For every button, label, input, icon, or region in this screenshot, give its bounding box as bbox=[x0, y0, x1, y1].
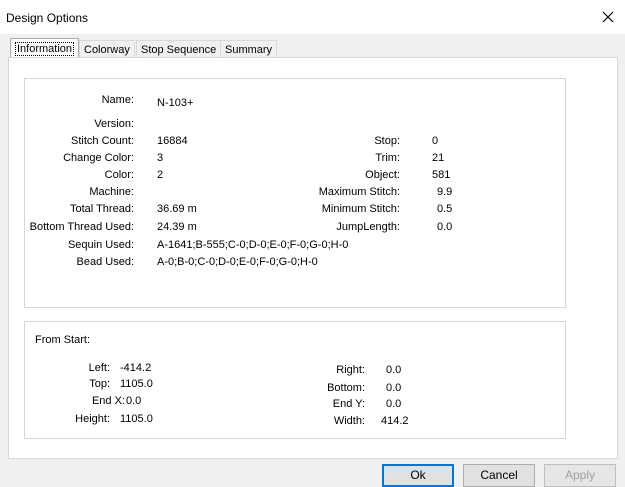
name-value: N-103+ bbox=[157, 97, 194, 109]
tab-information[interactable]: Information bbox=[10, 38, 80, 59]
bottom-thread-value: 24.39 m bbox=[157, 221, 197, 233]
stop-value: 0 bbox=[432, 135, 439, 147]
machine-label: Machine: bbox=[89, 186, 134, 198]
top-label: Top: bbox=[89, 378, 110, 390]
jump-length-label: JumpLength: bbox=[336, 221, 400, 233]
from-start-group: From Start: Left: -414.2 Top: 1105.0 End… bbox=[24, 321, 566, 439]
min-stitch-label: Minimum Stitch: bbox=[321, 203, 400, 215]
change-color-value: 3 bbox=[157, 152, 164, 164]
end-y-label: End Y: bbox=[332, 398, 365, 410]
sequin-label: Sequin Used: bbox=[67, 239, 134, 251]
stitch-count-value: 16884 bbox=[157, 135, 188, 147]
left-value: -414.2 bbox=[120, 362, 152, 374]
min-stitch-value: 0.5 bbox=[437, 203, 453, 215]
title-bar: Design Options bbox=[0, 0, 625, 34]
trim-value: 21 bbox=[432, 152, 445, 164]
cancel-button[interactable]: Cancel bbox=[463, 464, 535, 487]
max-stitch-value: 9.9 bbox=[437, 186, 453, 198]
right-value: 0.0 bbox=[386, 364, 402, 376]
trim-label: Trim: bbox=[375, 152, 400, 164]
top-value: 1105.0 bbox=[120, 378, 153, 390]
design-info-group: Name: N-103+ Version: Stitch Count: 1688… bbox=[24, 78, 566, 308]
change-color-label: Change Color: bbox=[63, 152, 134, 164]
jump-length-value: 0.0 bbox=[437, 221, 453, 233]
end-x-value: 0.0 bbox=[126, 395, 142, 407]
object-value: 581 bbox=[432, 169, 451, 181]
end-x-label: End X: bbox=[91, 395, 125, 407]
version-label: Version: bbox=[94, 118, 134, 130]
stop-label: Stop: bbox=[374, 135, 400, 147]
tab-panel: Name: N-103+ Version: Stitch Count: 1688… bbox=[8, 57, 618, 459]
right-label: Right: bbox=[336, 364, 365, 376]
left-label: Left: bbox=[88, 362, 110, 374]
name-label: Name: bbox=[101, 94, 134, 106]
object-label: Object: bbox=[365, 169, 400, 181]
tab-information-label: Information bbox=[15, 42, 75, 56]
bead-label: Bead Used: bbox=[76, 256, 134, 268]
height-value: 1105.0 bbox=[120, 413, 153, 425]
ok-button[interactable]: Ok bbox=[382, 464, 454, 487]
bead-value: A-0;B-0;C-0;D-0;E-0;F-0;G-0;H-0 bbox=[157, 256, 318, 268]
close-icon[interactable] bbox=[601, 10, 615, 24]
total-thread-value: 36.69 m bbox=[157, 203, 197, 215]
apply-button[interactable]: Apply bbox=[544, 464, 616, 487]
height-label: Height: bbox=[75, 413, 110, 425]
window-title: Design Options bbox=[6, 11, 89, 25]
color-value: 2 bbox=[157, 169, 164, 181]
total-thread-label: Total Thread: bbox=[69, 203, 134, 215]
end-y-value: 0.0 bbox=[386, 398, 402, 410]
bottom-thread-label: Bottom Thread Used: bbox=[29, 221, 134, 233]
color-label: Color: bbox=[104, 169, 134, 181]
width-value: 414.2 bbox=[381, 415, 409, 427]
width-label: Width: bbox=[333, 415, 365, 427]
bottom-value: 0.0 bbox=[386, 382, 402, 394]
sequin-value: A-1641;B-555;C-0;D-0;E-0;F-0;G-0;H-0 bbox=[157, 239, 349, 251]
max-stitch-label: Maximum Stitch: bbox=[318, 186, 400, 198]
stitch-count-label: Stitch Count: bbox=[71, 135, 134, 147]
from-start-heading: From Start: bbox=[35, 334, 91, 346]
bottom-label: Bottom: bbox=[327, 382, 365, 394]
